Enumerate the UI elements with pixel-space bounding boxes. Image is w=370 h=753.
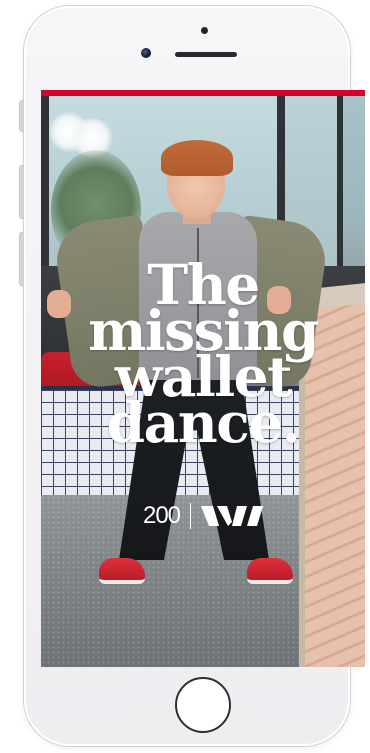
brand-top-bar [41, 90, 365, 96]
headline-line-4: dance. [106, 390, 301, 455]
ad-stage: The missing wallet dance. 200 [0, 0, 370, 753]
red-hair [161, 140, 233, 176]
home-button-icon[interactable] [175, 677, 231, 733]
brand-lockup: 200 [41, 502, 365, 530]
brand-divider [190, 503, 192, 529]
westpac-w-logo-icon [201, 506, 264, 526]
red-shoe-left [99, 558, 145, 584]
proximity-sensor-icon [201, 27, 208, 34]
brand-anniversary-number: 200 [142, 502, 181, 529]
phone-screen[interactable]: The missing wallet dance. 200 [41, 90, 365, 667]
red-shoe-right [247, 558, 293, 584]
ad-headline: The missing wallet dance. [41, 257, 365, 455]
earpiece-speaker-icon [175, 52, 237, 57]
front-camera-icon [141, 48, 151, 58]
